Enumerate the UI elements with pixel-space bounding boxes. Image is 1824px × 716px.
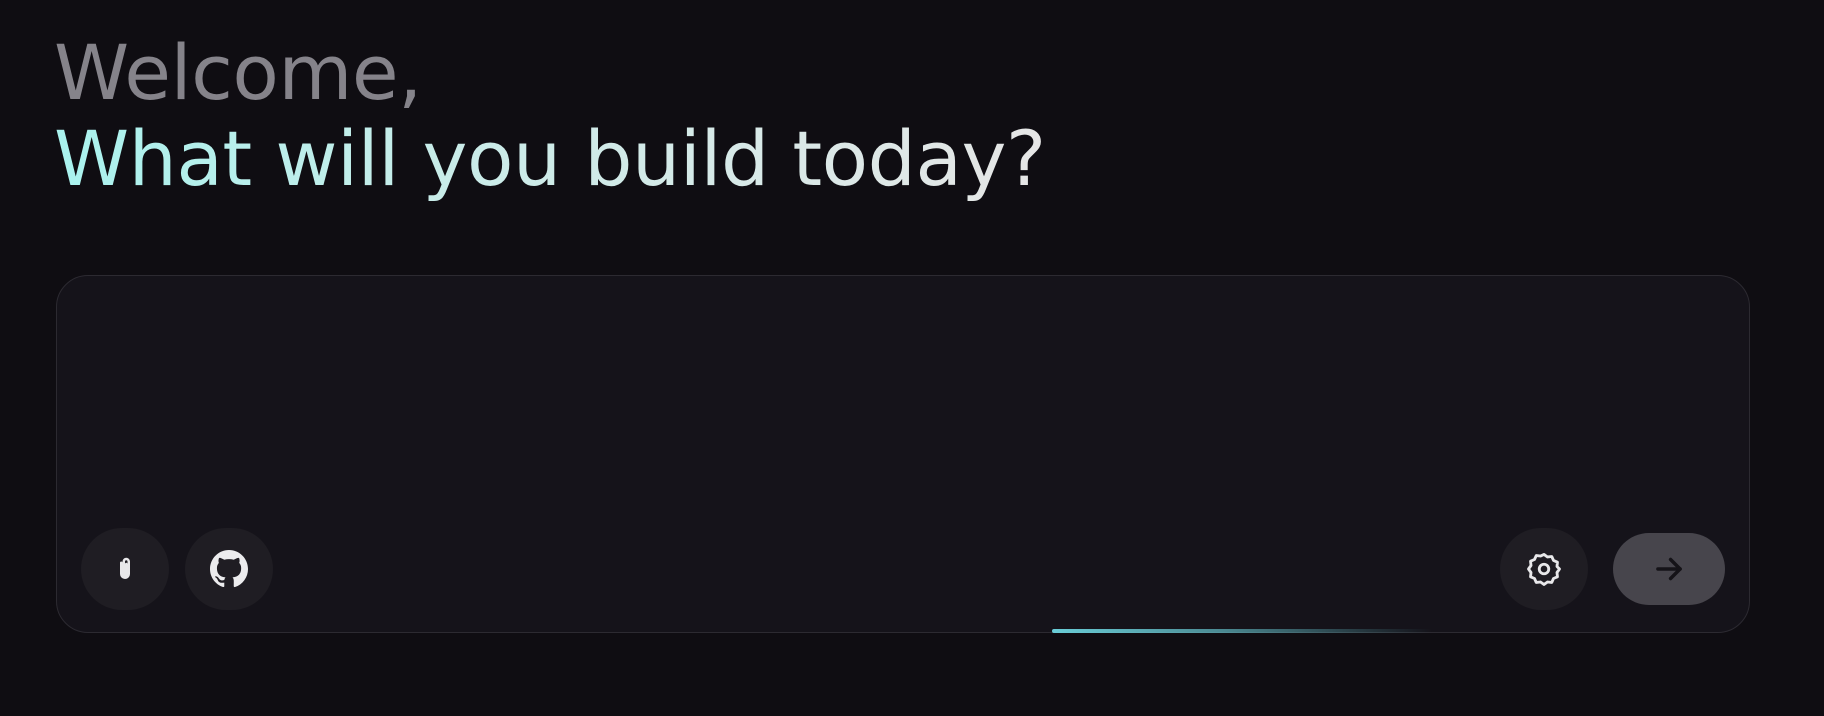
settings-button[interactable]	[1500, 528, 1588, 610]
send-button[interactable]	[1613, 533, 1725, 605]
build-prompt-text: What will you build today?	[54, 114, 1046, 203]
github-icon	[210, 550, 248, 588]
prompt-box	[56, 275, 1750, 633]
arrow-right-icon	[1650, 550, 1688, 588]
welcome-text: Welcome,	[54, 28, 422, 117]
app-root: Welcome, What will you build today?	[0, 0, 1824, 716]
greeting-heading: Welcome, What will you build today?	[54, 30, 1046, 202]
attach-button[interactable]	[81, 528, 169, 610]
paperclip-icon	[110, 552, 140, 586]
progress-glow-line	[1052, 629, 1432, 633]
prompt-input[interactable]	[87, 300, 1719, 524]
gear-icon	[1525, 550, 1563, 588]
github-button[interactable]	[185, 528, 273, 610]
